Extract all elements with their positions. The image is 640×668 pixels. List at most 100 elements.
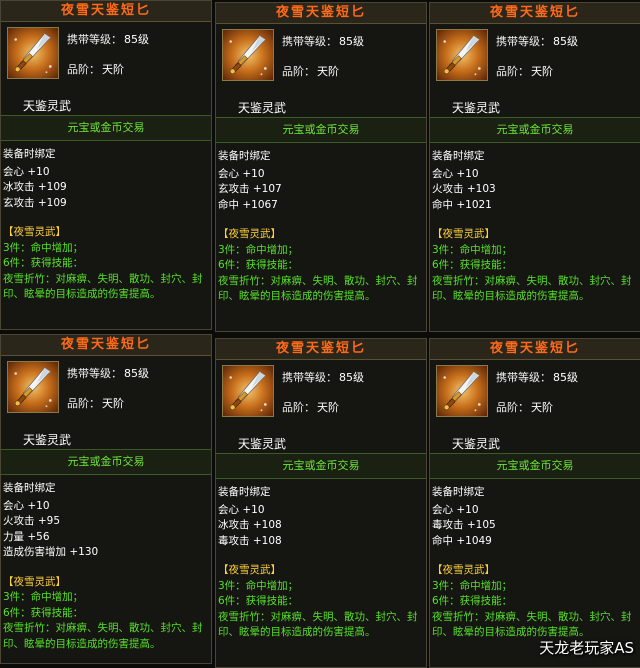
set-bonus-6: 6件：获得技能： xyxy=(218,595,299,607)
item-tooltip-card: 夜雪天鉴短匕 携带等级： 85级 品阶： 天阶 天鉴灵武 元宝或金币交易 装备时绑定… xyxy=(215,338,427,668)
item-rank: 品阶： 天阶 xyxy=(496,63,553,79)
item-tooltip-card: 夜雪天鉴短匕 携带等级： 85级 品阶： 天阶 天鉴灵武 元宝或金币交易 装备时绑定… xyxy=(0,0,212,330)
trade-type: 元宝或金币交易 xyxy=(216,117,426,143)
attribute-line: 会心 +10 xyxy=(432,503,479,516)
item-title: 夜雪天鉴短匕 xyxy=(1,335,211,356)
carry-level-label: 携带等级： xyxy=(496,371,551,384)
carry-level-label: 携带等级： xyxy=(282,35,337,48)
item-rank-value: 天阶 xyxy=(531,65,553,78)
item-description: 装备时绑定 会心 +10 毒攻击 +105 命中 +1049 【夜雪灵武】 3件：命… xyxy=(432,485,638,641)
carry-level: 携带等级： 85级 xyxy=(282,33,364,49)
attribute-line: 会心 +10 xyxy=(3,165,50,178)
item-rank: 品阶： 天阶 xyxy=(496,399,553,415)
set-bonus-3: 3件：命中增加； xyxy=(218,579,299,592)
attribute-line: 玄攻击 +107 xyxy=(218,183,282,195)
bind-status: 装备时绑定 xyxy=(432,486,485,498)
bind-status: 装备时绑定 xyxy=(3,482,56,494)
set-bonus-6: 6件：获得技能： xyxy=(3,606,84,619)
dagger-icon[interactable] xyxy=(222,365,274,417)
dagger-icon[interactable] xyxy=(436,29,488,81)
bind-status: 装备时绑定 xyxy=(3,148,56,160)
item-rank: 品阶： 天阶 xyxy=(67,395,124,411)
attribute-line: 冰攻击 +109 xyxy=(3,181,67,193)
soul-weapon-label: 天鉴灵武 xyxy=(23,433,72,447)
attribute-line: 玄攻击 +109 xyxy=(3,196,67,209)
set-bonus-3: 3件：命中增加； xyxy=(432,579,513,592)
soul-weapon-label: 天鉴灵武 xyxy=(238,437,287,451)
item-rank-value: 天阶 xyxy=(317,401,339,414)
attribute-line: 会心 +10 xyxy=(432,167,479,180)
bind-status: 装备时绑定 xyxy=(432,150,485,162)
attribute-line: 毒攻击 +105 xyxy=(432,519,496,531)
item-tooltip-card: 夜雪天鉴短匕 携带等级： 85级 品阶： 天阶 天鉴灵武 元宝或金币交易 装备时绑定… xyxy=(429,338,640,668)
item-description: 装备时绑定 会心 +10 冰攻击 +109 玄攻击 +109 【夜雪灵武】 3件：命… xyxy=(3,147,209,303)
item-title: 夜雪天鉴短匕 xyxy=(1,1,211,22)
carry-level-label: 携带等级： xyxy=(67,367,122,380)
item-tooltip-card: 夜雪天鉴短匕 携带等级： 85级 品阶： 天阶 天鉴灵武 元宝或金币交易 装备时绑定… xyxy=(215,2,427,332)
bind-status: 装备时绑定 xyxy=(218,150,271,162)
set-bonus-3: 3件：命中增加； xyxy=(3,591,84,603)
dagger-icon[interactable] xyxy=(7,27,59,79)
carry-level-value: 85级 xyxy=(124,33,149,46)
dagger-icon[interactable] xyxy=(7,361,59,413)
item-rank-value: 天阶 xyxy=(102,397,124,410)
watermark: 天龙老玩家AS xyxy=(539,639,634,657)
set-name: 【夜雪灵武】 xyxy=(432,564,495,576)
set-bonus-6: 6件：获得技能： xyxy=(432,595,513,607)
set-name: 【夜雪灵武】 xyxy=(218,564,281,576)
carry-level-value: 85级 xyxy=(339,371,364,384)
trade-type: 元宝或金币交易 xyxy=(430,453,640,479)
item-title: 夜雪天鉴短匕 xyxy=(216,3,426,24)
item-title: 夜雪天鉴短匕 xyxy=(430,339,640,360)
item-description: 装备时绑定 会心 +10 火攻击 +95 力量 +56 造成伤害增加 +130 【夜雪… xyxy=(3,481,209,652)
item-rank-value: 天阶 xyxy=(102,63,124,76)
dagger-icon[interactable] xyxy=(436,365,488,417)
item-rank: 品阶： 天阶 xyxy=(67,61,124,77)
carry-level: 携带等级： 85级 xyxy=(67,365,149,381)
skill-description: 夜雪折竹：对麻痹、失明、散功、封穴、封印、眩晕的目标造成的伤害提高。 xyxy=(218,610,418,639)
carry-level: 携带等级： 85级 xyxy=(496,369,578,385)
set-bonus-3: 3件：命中增加； xyxy=(3,241,84,254)
set-bonus-3: 3件：命中增加； xyxy=(432,243,513,256)
set-bonus-3: 3件：命中增加； xyxy=(218,243,299,256)
set-name: 【夜雪灵武】 xyxy=(218,228,281,240)
attribute-line: 会心 +10 xyxy=(218,503,265,516)
skill-description: 夜雪折竹：对麻痹、失明、散功、封穴、封印、眩晕的目标造成的伤害提高。 xyxy=(432,274,632,303)
item-rank-value: 天阶 xyxy=(317,65,339,78)
set-bonus-6: 6件：获得技能： xyxy=(3,257,84,269)
set-name: 【夜雪灵武】 xyxy=(432,228,495,240)
attribute-line: 冰攻击 +108 xyxy=(218,519,282,531)
soul-weapon-label: 天鉴灵武 xyxy=(452,101,501,115)
carry-level-value: 85级 xyxy=(553,371,578,384)
attribute-line: 命中 +1021 xyxy=(432,198,492,211)
set-bonus-6: 6件：获得技能： xyxy=(432,259,513,271)
skill-description: 夜雪折竹：对麻痹、失明、散功、封穴、封印、眩晕的目标造成的伤害提高。 xyxy=(3,622,203,650)
item-tooltip-card: 夜雪天鉴短匕 携带等级： 85级 品阶： 天阶 天鉴灵武 元宝或金币交易 装备时绑定… xyxy=(429,2,640,332)
trade-type: 元宝或金币交易 xyxy=(216,453,426,479)
attribute-line: 会心 +10 xyxy=(218,167,265,180)
attribute-line: 力量 +56 xyxy=(3,530,50,543)
item-rank-label: 品阶： xyxy=(282,65,315,78)
carry-level-value: 85级 xyxy=(553,35,578,48)
item-rank: 品阶： 天阶 xyxy=(282,63,339,79)
item-rank: 品阶： 天阶 xyxy=(282,399,339,415)
item-rank-label: 品阶： xyxy=(67,397,100,410)
attribute-line: 毒攻击 +108 xyxy=(218,534,282,547)
dagger-icon[interactable] xyxy=(222,29,274,81)
skill-description: 夜雪折竹：对麻痹、失明、散功、封穴、封印、眩晕的目标造成的伤害提高。 xyxy=(432,610,632,639)
item-title: 夜雪天鉴短匕 xyxy=(216,339,426,360)
carry-level-label: 携带等级： xyxy=(282,371,337,384)
soul-weapon-label: 天鉴灵武 xyxy=(452,437,501,451)
trade-type: 元宝或金币交易 xyxy=(430,117,640,143)
item-description: 装备时绑定 会心 +10 冰攻击 +108 毒攻击 +108 【夜雪灵武】 3件：命… xyxy=(218,485,424,641)
attribute-line: 命中 +1067 xyxy=(218,198,278,211)
skill-description: 夜雪折竹：对麻痹、失明、散功、封穴、封印、眩晕的目标造成的伤害提高。 xyxy=(218,274,418,303)
carry-level-value: 85级 xyxy=(339,35,364,48)
attribute-line: 火攻击 +95 xyxy=(3,515,61,527)
item-rank-label: 品阶： xyxy=(282,401,315,414)
set-name: 【夜雪灵武】 xyxy=(3,226,66,238)
carry-level-label: 携带等级： xyxy=(496,35,551,48)
item-description: 装备时绑定 会心 +10 火攻击 +103 命中 +1021 【夜雪灵武】 3件：命… xyxy=(432,149,638,305)
item-description: 装备时绑定 会心 +10 玄攻击 +107 命中 +1067 【夜雪灵武】 3件：命… xyxy=(218,149,424,305)
trade-type: 元宝或金币交易 xyxy=(1,449,211,475)
